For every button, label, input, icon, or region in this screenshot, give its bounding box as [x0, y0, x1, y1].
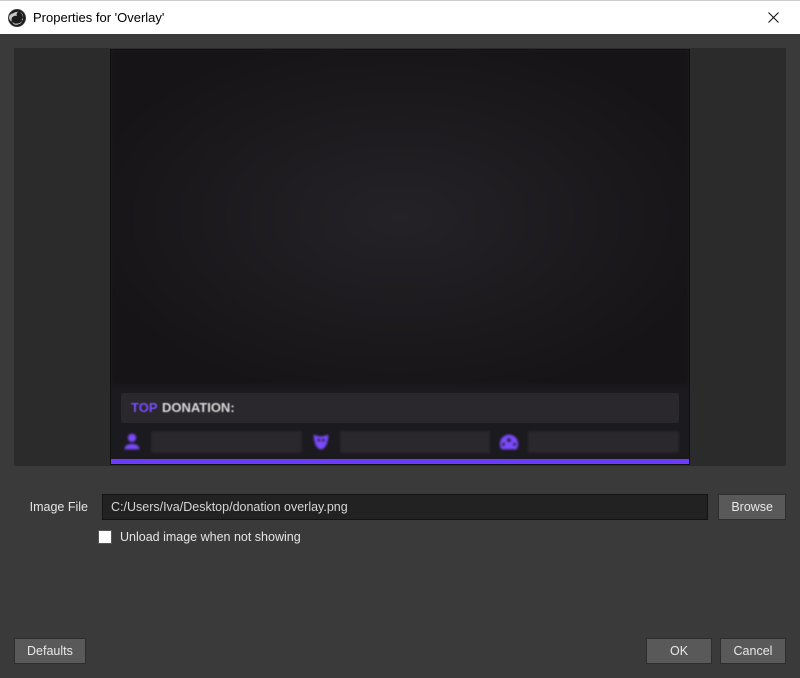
gauge-icon [498, 431, 520, 453]
donation-icons-row [121, 431, 679, 453]
titlebar: Properties for 'Overlay' [0, 0, 800, 34]
donation-slot-3 [498, 431, 679, 453]
donation-top-label: TOP [131, 400, 158, 415]
person-icon [121, 431, 143, 453]
dialog-footer: Defaults OK Cancel [0, 626, 800, 678]
image-file-row: Image File Browse [14, 494, 786, 520]
preview-frame: TOP DONATION: [14, 48, 786, 466]
donation-slot-2 [310, 431, 491, 453]
obs-logo-icon [8, 9, 26, 27]
unload-checkbox-label[interactable]: Unload image when not showing [120, 530, 301, 544]
properties-form: Image File Browse Unload image when not … [0, 480, 800, 626]
image-file-label: Image File [14, 500, 92, 514]
donation-field-2 [340, 431, 491, 453]
window-title: Properties for 'Overlay' [33, 10, 164, 25]
image-file-input[interactable] [102, 494, 708, 520]
close-button[interactable] [750, 2, 796, 34]
donation-field-1 [151, 431, 302, 453]
preview-webcam-area [111, 50, 689, 385]
close-icon [768, 12, 779, 23]
donation-title-row: TOP DONATION: [121, 393, 679, 423]
defaults-button[interactable]: Defaults [14, 638, 86, 664]
ok-button[interactable]: OK [646, 638, 712, 664]
mask-icon [310, 431, 332, 453]
preview-outer: TOP DONATION: [0, 34, 800, 480]
unload-checkbox-row: Unload image when not showing [98, 530, 786, 544]
unload-checkbox[interactable] [98, 530, 112, 544]
donation-label: DONATION: [162, 400, 235, 415]
cancel-button[interactable]: Cancel [720, 638, 786, 664]
preview-accent-line [111, 459, 689, 464]
dialog-content: TOP DONATION: [0, 34, 800, 678]
donation-slot-1 [121, 431, 302, 453]
browse-button[interactable]: Browse [718, 494, 786, 520]
preview-image: TOP DONATION: [110, 49, 690, 465]
donation-field-3 [528, 431, 679, 453]
donation-bar: TOP DONATION: [111, 385, 689, 459]
